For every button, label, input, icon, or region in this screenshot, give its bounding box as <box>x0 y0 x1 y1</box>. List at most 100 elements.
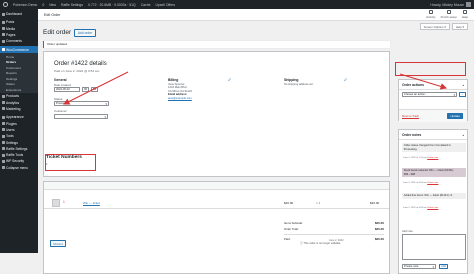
billing-address: Jane Spoonie 1234 Main Blvd CA 95xxx-CA … <box>168 83 192 100</box>
help-icon <box>462 10 467 15</box>
refund-button[interactable]: Refund <box>50 240 67 248</box>
sidebar-item-dashboard[interactable]: Dashboard <box>0 11 38 17</box>
order-total-row: Order Total: $20.00 <box>284 227 384 231</box>
billing-heading: Billing <box>168 78 179 82</box>
apply-action-button[interactable]: › <box>459 92 466 97</box>
sidebar-item-marketing[interactable]: Marketing <box>0 106 38 112</box>
wrench-icon <box>1 134 5 138</box>
list-item: Stock levels reduced: Win — ticket (#142… <box>402 168 466 178</box>
add-order-button[interactable]: Add order <box>74 29 96 37</box>
brush-icon <box>1 115 5 119</box>
megaphone-icon <box>1 107 5 111</box>
status-select[interactable]: Processing <box>54 101 109 106</box>
item-index: 1 <box>63 200 65 204</box>
order-items-panel: 1 Win — ticket $20.00 × 1 $20.00 Items S… <box>43 181 390 274</box>
wordpress-logo-icon[interactable] <box>3 2 8 7</box>
upsell-link[interactable]: Upsell Offers <box>156 3 176 7</box>
success-notice: Order updated. <box>43 41 390 48</box>
site-name-link[interactable]: Pokemon Demo <box>13 3 37 7</box>
add-note-button[interactable]: Add <box>439 264 448 269</box>
howdy-text[interactable]: Howdy, Mickey Mouse <box>430 3 464 7</box>
items-table-header <box>44 182 389 190</box>
note-meta: June 2, 2022 at 1:21 pm Delete note <box>403 157 439 159</box>
finish-setup-button[interactable]: Finish setup <box>441 10 457 19</box>
items-subtotal-row: Items Subtotal: $20.00 <box>284 221 384 225</box>
sidebar-item-collapse[interactable]: Collapse menu <box>0 165 38 171</box>
activity-button[interactable]: Activity <box>426 10 436 19</box>
chevron-up-icon[interactable]: ▴ <box>462 83 464 87</box>
plug-icon <box>1 122 5 126</box>
admin-sidebar: Dashboard Posts Media Pages Comments Woo… <box>0 9 38 253</box>
delete-note-link[interactable]: Delete note <box>427 157 438 159</box>
new-content-link[interactable]: New <box>49 3 56 7</box>
add-note-textarea[interactable] <box>402 234 466 260</box>
sidebar-item-woocommerce[interactable]: WooCommerce <box>0 46 38 53</box>
submenu-extensions[interactable]: Extensions <box>0 87 38 93</box>
table-row: 1 Win — ticket $20.00 × 1 $20.00 <box>44 197 389 209</box>
ticket-numbers-label: Ticket Numbers <box>46 155 82 160</box>
item-total: $20.00 <box>370 201 380 205</box>
order-paid-on: Paid on June 2, 2022 @ 6:53 am <box>54 68 100 73</box>
page-title: Edit order <box>43 29 72 37</box>
shipping-address-empty: No shipping address set. <box>284 83 314 86</box>
order-title: Order #1422 details <box>54 61 107 67</box>
account-menu[interactable]: Howdy, Mickey Mouse <box>430 2 471 7</box>
list-item: Order status changed from Completed to P… <box>402 143 466 153</box>
list-item: Added line items: Win — ticket (#1421) ×… <box>402 193 466 199</box>
item-name-link[interactable]: Win — ticket <box>83 201 100 205</box>
order-actions-highlight <box>395 62 466 76</box>
ticket-icon <box>1 153 5 157</box>
debug-stats[interactable]: 0.772 · 20.6MB · 0.0003s · 51Q <box>88 3 136 7</box>
collapse-icon <box>1 166 5 170</box>
hour-input[interactable]: 06 <box>82 87 89 92</box>
billing-email-link[interactable]: jane@example.com <box>168 97 192 100</box>
delete-note-link[interactable]: Delete note <box>427 182 438 184</box>
note-meta: June 2, 2022 at 6:53 am Delete note <box>403 207 439 209</box>
delete-note-link[interactable]: Delete note <box>427 207 438 209</box>
update-button[interactable]: Update <box>447 112 463 120</box>
order-actions-box: Order actions ▴ Choose an action... › Mo… <box>398 79 468 122</box>
ticket-numbers-value: 1 <box>46 162 48 166</box>
order-action-select[interactable]: Choose an action... <box>402 92 457 97</box>
screen-options-button[interactable]: Screen Options ▾ <box>419 23 450 31</box>
woo-header-title: Edit Order <box>44 12 61 17</box>
add-note-label: Add note <box>402 230 413 233</box>
dashboard-icon <box>1 12 5 16</box>
help-tab-button[interactable]: Help ▾ <box>451 23 468 31</box>
product-thumbnail <box>52 199 60 207</box>
edit-billing-icon[interactable] <box>228 78 232 82</box>
general-heading: General <box>54 78 67 82</box>
checklist-icon <box>446 10 451 15</box>
shield-icon <box>1 159 5 163</box>
ticket-icon <box>1 147 5 151</box>
page-icon <box>1 33 5 37</box>
customer-select[interactable] <box>54 114 108 119</box>
help-button[interactable]: Help <box>462 10 468 19</box>
order-actions-title: Order actions <box>402 82 425 87</box>
raffle-settings-link[interactable]: Raffle Settings <box>61 3 83 7</box>
order-actions-footer: Move to Trash Update <box>399 109 467 122</box>
not-editable-note: ⓘ This order is no longer editable. <box>300 242 342 245</box>
chart-icon <box>1 101 5 105</box>
edit-shipping-icon[interactable] <box>344 78 348 82</box>
pin-icon <box>1 20 5 24</box>
archive-icon <box>1 94 5 98</box>
media-icon <box>1 27 5 31</box>
avatar[interactable] <box>466 2 471 7</box>
minute-input[interactable]: 53 <box>91 87 98 92</box>
shipping-heading: Shipping <box>284 78 299 82</box>
sidebar-item-comments[interactable]: Comments <box>0 38 38 44</box>
note-type-select[interactable]: Private note <box>402 264 436 269</box>
settings-icon <box>1 140 5 144</box>
order-notes-title: Order notes <box>402 132 422 137</box>
cache-link[interactable]: Cache <box>141 3 151 7</box>
move-to-trash-link[interactable]: Move to Trash <box>402 115 419 118</box>
date-created-input[interactable]: 2022-06-02 <box>54 87 80 92</box>
woo-header: Edit Order Activity Finish setup Help <box>38 9 474 21</box>
item-cost: $20.00 <box>284 201 294 205</box>
comments-count[interactable]: 0 <box>42 3 44 7</box>
customer-label: Customer: <box>54 109 68 113</box>
chevron-up-icon[interactable]: ▴ <box>462 133 464 137</box>
note-meta: June 2, 2022 at 6:53 am Delete note <box>403 182 439 184</box>
users-icon <box>1 128 5 132</box>
